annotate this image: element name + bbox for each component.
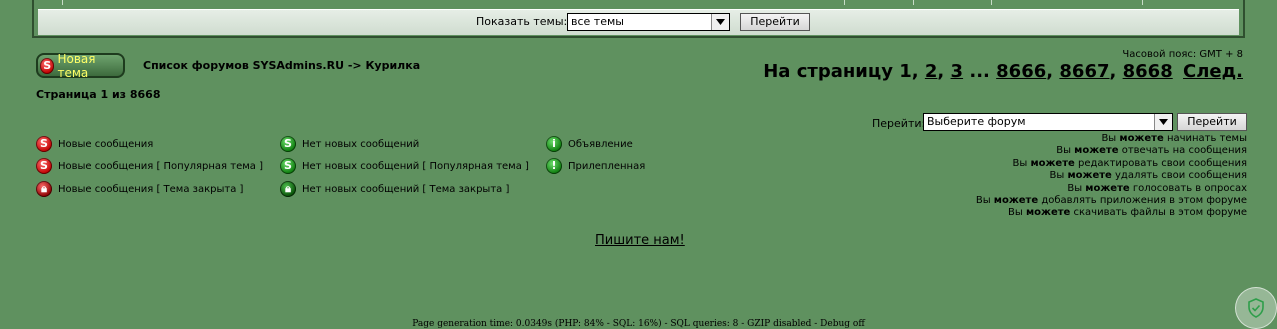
locked-icon: 🔒︎: [36, 181, 52, 197]
locked-icon: 🔒︎: [280, 181, 296, 197]
legend-new-posts-hot: S Новые сообщения [ Популярная тема ]: [36, 158, 263, 174]
permissions-list: Вы можете начинать темы Вы можете отвеча…: [976, 133, 1247, 220]
legend-new-posts: S Новые сообщения: [36, 136, 153, 152]
page-link-8667[interactable]: 8667: [1059, 61, 1109, 82]
no-new-posts-hot-icon: S: [280, 158, 296, 174]
no-new-posts-icon: S: [280, 136, 296, 152]
topic-filter-bar: Показать темы: все темы Перейти: [38, 9, 1239, 35]
jump-label: Перейти:: [872, 117, 926, 130]
chevron-down-icon: [1154, 114, 1172, 130]
legend-sticky: ! Прилепленная: [546, 158, 645, 174]
page-link-8666[interactable]: 8666: [996, 61, 1046, 82]
page-link-8668[interactable]: 8668: [1123, 61, 1173, 82]
permission-line: Вы можете скачивать файлы в этом форуме: [1008, 207, 1247, 219]
forum-jump-go-button[interactable]: Перейти: [1177, 113, 1247, 131]
table-row-cells: [34, 0, 1243, 5]
topic-filter-select[interactable]: все темы: [567, 13, 730, 31]
chevron-down-icon: [711, 14, 729, 30]
shield-check-icon[interactable]: [1235, 287, 1277, 329]
new-topic-button[interactable]: S Новая тема: [36, 51, 125, 80]
legend-announcement: i Объявление: [546, 136, 633, 152]
sticky-icon: !: [546, 158, 562, 174]
pagination: На страницу 1, 2, 3 ... 8666, 8667, 8668…: [763, 61, 1243, 82]
page-link-2[interactable]: 2: [925, 61, 938, 82]
topic-filter-label: Показать темы:: [476, 15, 568, 28]
page-count: Страница 1 из 8668: [36, 88, 161, 101]
pagination-ellipsis: ...: [969, 61, 990, 82]
topic-filter-go-button[interactable]: Перейти: [740, 13, 810, 31]
new-posts-icon: S: [36, 136, 52, 152]
forum-jump-value: Выберите форум: [927, 115, 1026, 128]
topic-filter-value: все темы: [571, 15, 624, 28]
breadcrumb: Список форумов SYSAdmins.RU -> Курилка: [143, 59, 421, 72]
topics-table-footer: Показать темы: все темы Перейти: [32, 0, 1245, 38]
pagination-prefix: На страницу 1,: [763, 61, 919, 82]
page-generation-footer: Page generation time: 0.0349s (PHP: 84% …: [412, 319, 865, 329]
forum-jump-select[interactable]: Выберите форум: [923, 113, 1173, 131]
permission-line: Вы можете удалять свои сообщения: [1049, 170, 1247, 182]
permission-line: Вы можете начинать темы: [1101, 133, 1247, 144]
legend-new-posts-locked: 🔒︎ Новые сообщения [ Тема закрыта ]: [36, 181, 243, 197]
legend-no-new-posts-hot: S Нет новых сообщений [ Популярная тема …: [280, 158, 529, 174]
legend-no-new-posts-locked: 🔒︎ Нет новых сообщений [ Тема закрыта ]: [280, 181, 509, 197]
next-page-link[interactable]: След.: [1183, 61, 1243, 82]
permission-line: Вы можете голосовать в опросах: [1067, 182, 1247, 194]
contact-link[interactable]: Пишите нам!: [595, 233, 685, 248]
permission-line: Вы можете добавлять приложения в этом фо…: [975, 195, 1247, 207]
new-topic-label: Новая тема: [57, 51, 96, 80]
legend-no-new-posts: S Нет новых сообщений: [280, 136, 419, 152]
timezone-label: Часовой пояс: GMT + 8: [1122, 49, 1243, 60]
new-topic-icon: S: [40, 57, 55, 74]
permission-line: Вы можете редактировать свои сообщения: [1012, 157, 1247, 169]
permission-line: Вы можете отвечать на сообщения: [1056, 145, 1247, 157]
page-link-3[interactable]: 3: [951, 61, 964, 82]
new-posts-hot-icon: S: [36, 158, 52, 174]
announcement-icon: i: [546, 136, 562, 152]
